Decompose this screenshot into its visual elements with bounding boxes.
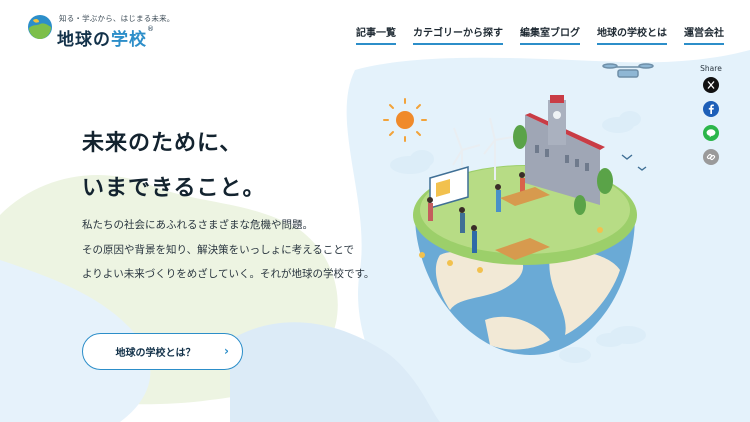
share-label: Share xyxy=(700,64,722,73)
hero-body: 私たちの社会にあふれるさまざまな危機や問題。 その原因や背景を知り、解決策をいっ… xyxy=(82,213,374,287)
nav-item-company[interactable]: 運営会社 xyxy=(684,24,724,45)
logo-title: 地球の学校® xyxy=(57,25,155,50)
logo-title-part-a: 地球の xyxy=(57,30,111,50)
share-x-button[interactable] xyxy=(703,77,719,93)
facebook-icon xyxy=(703,101,719,117)
site-header: 知る・学ぶから、はじまる未来。 地球の学校® 記事一覧 カテゴリーから探す 編集… xyxy=(0,0,750,52)
bird-icon xyxy=(621,154,647,171)
hero-body-line-3: よりよい未来づくりをめざしていく。それが地球の学校です。 xyxy=(82,268,375,280)
about-cta-label: 地球の学校とは？ xyxy=(115,348,196,359)
share-link-button[interactable] xyxy=(703,149,719,165)
hero-title-line-2: いまできること。 xyxy=(82,176,266,201)
share-line-button[interactable] xyxy=(703,125,719,141)
hero-illustration xyxy=(383,63,654,363)
sun-icon xyxy=(383,98,427,142)
logo-tagline: 知る・学ぶから、はじまる未来。 xyxy=(59,14,175,23)
about-cta-button[interactable]: 地球の学校とは？ › xyxy=(82,333,243,370)
logo-title-part-b: 学校 xyxy=(111,30,147,50)
line-icon xyxy=(703,125,719,141)
nav-item-articles[interactable]: 記事一覧 xyxy=(356,24,396,45)
x-icon xyxy=(703,77,719,93)
share-panel: Share xyxy=(697,64,725,173)
drone-icon xyxy=(602,63,654,78)
hero-body-line-2: その原因や背景を知り、解決策をいっしょに考えることで xyxy=(82,243,354,256)
nav-item-categories[interactable]: カテゴリーから探す xyxy=(413,24,503,45)
hero-title-line-1: 未来のために、 xyxy=(82,131,243,156)
hero-body-line-1: 私たちの社会にあふれるさまざまな危機や問題。 xyxy=(82,219,313,231)
main-nav: 記事一覧 カテゴリーから探す 編集室ブログ 地球の学校とは 運営会社 xyxy=(356,24,724,45)
logo-registered-mark: ® xyxy=(147,25,155,33)
link-icon xyxy=(703,149,719,165)
share-facebook-button[interactable] xyxy=(703,101,719,117)
nav-item-about[interactable]: 地球の学校とは xyxy=(597,24,667,45)
nav-item-editorial-blog[interactable]: 編集室ブログ xyxy=(520,24,580,45)
earth-logo-icon xyxy=(28,15,52,39)
site-logo[interactable]: 知る・学ぶから、はじまる未来。 地球の学校® xyxy=(27,9,187,50)
chevron-right-icon: › xyxy=(224,344,229,358)
hero-title: 未来のために、 いまできること。 xyxy=(82,121,266,211)
